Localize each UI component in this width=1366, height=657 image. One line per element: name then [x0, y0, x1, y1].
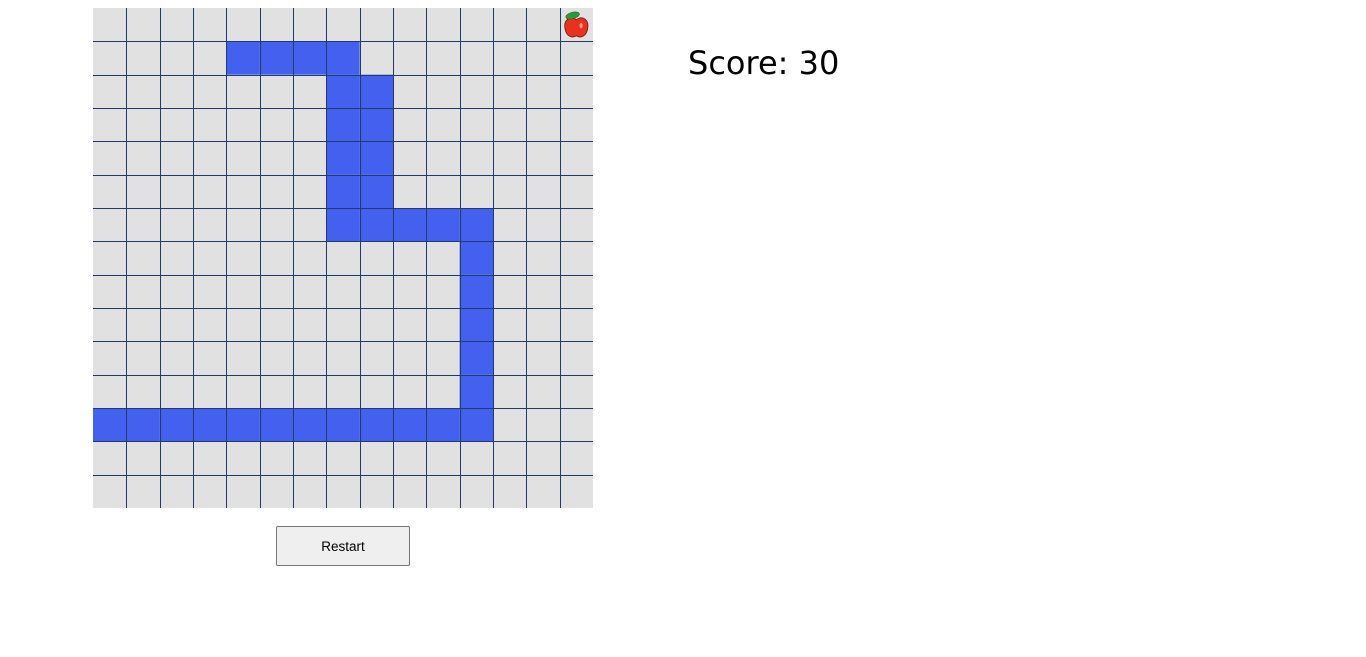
- snake-segment: [259, 41, 293, 75]
- snake-segment: [359, 141, 393, 175]
- snake-segment: [326, 108, 360, 142]
- snake-segment: [359, 74, 393, 108]
- snake-segment: [326, 174, 360, 208]
- snake-segment: [459, 208, 493, 242]
- snake-segment: [393, 208, 427, 242]
- apple-highlight: [579, 23, 583, 29]
- snake-segment: [293, 408, 327, 442]
- snake-segment: [93, 408, 127, 442]
- game-board: [93, 8, 593, 508]
- snake-segment: [393, 408, 427, 442]
- snake-segment: [326, 408, 360, 442]
- snake-segment: [126, 408, 160, 442]
- snake-segment: [459, 274, 493, 308]
- snake-segment: [459, 341, 493, 375]
- snake-segment: [326, 41, 360, 75]
- snake-segment: [426, 208, 460, 242]
- snake-segment: [293, 41, 327, 75]
- snake-segment: [326, 208, 360, 242]
- snake-segment: [326, 141, 360, 175]
- snake-segment: [259, 408, 293, 442]
- snake-segment: [426, 408, 460, 442]
- snake-segment: [159, 408, 193, 442]
- snake-segment: [326, 74, 360, 108]
- snake-segment: [193, 408, 227, 442]
- snake-segment: [459, 308, 493, 342]
- score-display: Score: 30: [688, 44, 840, 82]
- restart-button[interactable]: Restart: [276, 526, 410, 566]
- snake-segment: [359, 174, 393, 208]
- snake-segment: [359, 408, 393, 442]
- snake-segment: [226, 408, 260, 442]
- snake-segment: [459, 408, 493, 442]
- snake-segment: [359, 108, 393, 142]
- apple-body: [564, 17, 589, 38]
- snake-segment: [359, 208, 393, 242]
- snake-segment: [459, 241, 493, 275]
- snake-segment: [226, 41, 260, 75]
- snake-segment: [459, 374, 493, 408]
